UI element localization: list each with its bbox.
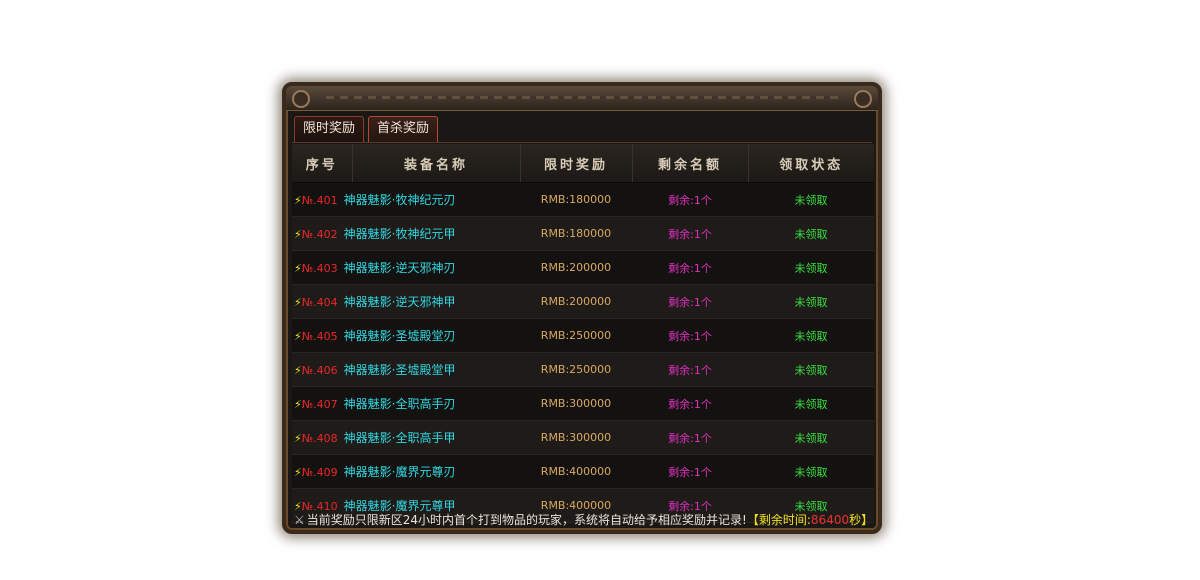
table-body: ⚡№.401 神器魅影·牧神纪元刃 RMB:180000 剩余:1个 未领取 ⚡№.402… (292, 182, 874, 523)
item-number: №.405 (301, 330, 338, 343)
tab-divider (292, 142, 872, 143)
item-number: №.406 (301, 364, 338, 377)
status-cell: 未领取 (748, 250, 874, 285)
status-cell: 未领取 (748, 454, 874, 489)
item-number: №.408 (301, 432, 338, 445)
item-cell: ⚡№.409 神器魅影·魔界元尊刃 (292, 454, 520, 489)
item-cell: ⚡№.408 神器魅影·全职高手甲 (292, 420, 520, 455)
header-status: 领取状态 (748, 144, 874, 183)
item-number: №.401 (301, 194, 338, 207)
tab-limited-time-reward[interactable]: 限时奖励 (294, 116, 365, 142)
lightning-bolt-icon: ⚡ (294, 296, 302, 309)
table-row: ⚡№.403 神器魅影·逆天邪神刃 RMB:200000 剩余:1个 未领取 (292, 250, 874, 285)
remaining-cell: 剩余:1个 (632, 318, 748, 353)
item-cell: ⚡№.405 神器魅影·圣墟殿堂刃 (292, 318, 520, 353)
lightning-bolt-icon: ⚡ (294, 364, 302, 377)
timer-label: 剩余时间: (758, 513, 811, 527)
status-cell: 未领取 (748, 182, 874, 217)
timer-value: 86400 (810, 513, 850, 527)
lightning-bolt-icon: ⚡ (294, 262, 302, 275)
reward-cell: RMB:250000 (520, 318, 632, 353)
remaining-cell: 剩余:1个 (632, 216, 748, 251)
panel-frame-top (286, 86, 878, 111)
table-header-row: 序号 装备名称 限时奖励 剩余名额 领取状态 (292, 144, 874, 183)
lightning-bolt-icon: ⚡ (294, 432, 302, 445)
item-cell: ⚡№.406 神器魅影·圣墟殿堂甲 (292, 352, 520, 387)
status-cell: 未领取 (748, 352, 874, 387)
item-name: 神器魅影·全职高手刃 (343, 397, 456, 411)
lightning-bolt-icon: ⚡ (294, 194, 302, 207)
item-cell: ⚡№.404 神器魅影·逆天邪神甲 (292, 284, 520, 319)
notice-text: 当前奖励只限新区24小时内首个打到物品的玩家，系统将自动给予相应奖励并记录! (306, 513, 747, 527)
remaining-cell: 剩余:1个 (632, 386, 748, 421)
frame-ornament (326, 96, 838, 99)
item-name: 神器魅影·牧神纪元甲 (343, 227, 456, 241)
item-number: №.403 (301, 262, 338, 275)
table-row: ⚡№.407 神器魅影·全职高手刃 RMB:300000 剩余:1个 未领取 (292, 386, 874, 421)
reward-cell: RMB:400000 (520, 454, 632, 489)
table-row: ⚡№.405 神器魅影·圣墟殿堂刃 RMB:250000 剩余:1个 未领取 (292, 318, 874, 353)
table-row: ⚡№.406 神器魅影·圣墟殿堂甲 RMB:250000 剩余:1个 未领取 (292, 352, 874, 387)
remaining-cell: 剩余:1个 (632, 284, 748, 319)
item-name: 神器魅影·圣墟殿堂刃 (343, 329, 456, 343)
remaining-cell: 剩余:1个 (632, 250, 748, 285)
reward-cell: RMB:300000 (520, 420, 632, 455)
item-number: №.404 (301, 296, 338, 309)
status-cell: 未领取 (748, 216, 874, 251)
tab-first-kill-reward[interactable]: 首杀奖励 (368, 116, 439, 142)
status-cell: 未领取 (748, 386, 874, 421)
table-row: ⚡№.408 神器魅影·全职高手甲 RMB:300000 剩余:1个 未领取 (292, 420, 874, 455)
status-cell: 未领取 (748, 318, 874, 353)
reward-cell: RMB:300000 (520, 386, 632, 421)
item-name: 神器魅影·逆天邪神甲 (343, 295, 456, 309)
table-row: ⚡№.402 神器魅影·牧神纪元甲 RMB:180000 剩余:1个 未领取 (292, 216, 874, 251)
item-cell: ⚡№.403 神器魅影·逆天邪神刃 (292, 250, 520, 285)
table-row: ⚡№.404 神器魅影·逆天邪神甲 RMB:200000 剩余:1个 未领取 (292, 284, 874, 319)
item-name: 神器魅影·逆天邪神刃 (343, 261, 456, 275)
header-item-name: 装备名称 (352, 144, 521, 183)
item-number: №.409 (301, 466, 338, 479)
header-reward: 限时奖励 (520, 144, 633, 183)
crossed-swords-icon: ⚔ (294, 513, 305, 527)
remaining-cell: 剩余:1个 (632, 352, 748, 387)
table-row: ⚡№.401 神器魅影·牧神纪元刃 RMB:180000 剩余:1个 未领取 (292, 182, 874, 217)
reward-cell: RMB:200000 (520, 284, 632, 319)
lightning-bolt-icon: ⚡ (294, 228, 302, 241)
item-number: №.407 (301, 398, 338, 411)
item-cell: ⚡№.407 神器魅影·全职高手刃 (292, 386, 520, 421)
lightning-bolt-icon: ⚡ (294, 330, 302, 343)
lightning-bolt-icon: ⚡ (294, 466, 302, 479)
bracket-open: 【 (746, 513, 759, 527)
lightning-bolt-icon: ⚡ (294, 398, 302, 411)
item-name: 神器魅影·圣墟殿堂甲 (343, 363, 456, 377)
remaining-cell: 剩余:1个 (632, 182, 748, 217)
remaining-cell: 剩余:1个 (632, 420, 748, 455)
status-cell: 未领取 (748, 420, 874, 455)
item-name: 神器魅影·全职高手甲 (343, 431, 456, 445)
reward-cell: RMB:200000 (520, 250, 632, 285)
reward-cell: RMB:250000 (520, 352, 632, 387)
bracket-close: 】 (861, 513, 874, 527)
remaining-cell: 剩余:1个 (632, 454, 748, 489)
item-number: №.402 (301, 228, 338, 241)
header-remaining: 剩余名额 (632, 144, 749, 183)
reward-table: 序号 装备名称 限时奖励 剩余名额 领取状态 ⚡№.401 神器魅影·牧神纪元刃 R… (292, 144, 874, 523)
reward-cell: RMB:180000 (520, 182, 632, 217)
item-name: 神器魅影·牧神纪元刃 (343, 193, 456, 207)
item-name: 神器魅影·魔界元尊刃 (343, 465, 456, 479)
item-cell: ⚡№.402 神器魅影·牧神纪元甲 (292, 216, 520, 251)
footer-notice: ⚔ 当前奖励只限新区24小时内首个打到物品的玩家，系统将自动给予相应奖励并记录!【… (294, 510, 878, 530)
first-kill-reward-panel: 限时奖励 首杀奖励 序号 装备名称 限时奖励 剩余名额 领取状态 ⚡№.401 神… (282, 82, 882, 534)
table-row: ⚡№.409 神器魅影·魔界元尊刃 RMB:400000 剩余:1个 未领取 (292, 454, 874, 489)
item-cell: ⚡№.401 神器魅影·牧神纪元刃 (292, 182, 520, 217)
header-index: 序号 (292, 144, 353, 183)
tab-bar: 限时奖励 首杀奖励 (294, 116, 439, 142)
status-cell: 未领取 (748, 284, 874, 319)
reward-cell: RMB:180000 (520, 216, 632, 251)
timer-unit: 秒 (849, 513, 862, 527)
